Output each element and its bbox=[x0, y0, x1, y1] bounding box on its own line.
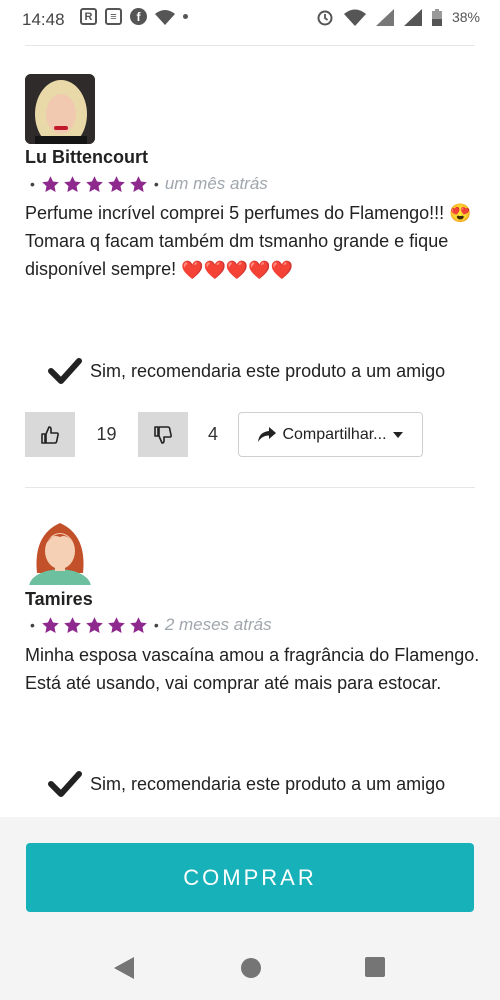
star-rating bbox=[41, 616, 148, 635]
recommend-text: Sim, recomendaria este produto a um amig… bbox=[90, 773, 446, 794]
status-time: 14:48 bbox=[22, 10, 65, 29]
rating-row: • • 2 meses atrás bbox=[30, 615, 272, 635]
star-icon bbox=[64, 175, 81, 192]
star-rating bbox=[41, 175, 148, 194]
alarm-icon bbox=[317, 10, 333, 26]
share-dropdown-button[interactable]: Compartilhar... bbox=[238, 412, 423, 457]
separator-dot: • bbox=[153, 176, 159, 192]
review-text: Minha esposa vascaína amou a fragrância … bbox=[25, 645, 480, 693]
reviewer-name: Lu Bittencourt bbox=[25, 147, 148, 167]
wifi-notification-icon bbox=[155, 9, 175, 25]
share-label: Compartilhar... bbox=[282, 425, 387, 443]
thumbs-up-icon bbox=[41, 425, 59, 444]
checkmark-icon bbox=[48, 771, 82, 797]
caret-down-icon bbox=[392, 431, 403, 438]
separator-dot: • bbox=[153, 617, 159, 633]
upvote-count: 19 bbox=[96, 424, 117, 444]
upvote-button[interactable] bbox=[25, 412, 75, 457]
facebook-icon: f bbox=[130, 8, 147, 25]
buy-button[interactable]: COMPRAR bbox=[26, 843, 474, 912]
status-bar: 14:48 R ≡ f 38% bbox=[0, 0, 500, 38]
star-icon bbox=[130, 616, 147, 633]
recents-icon[interactable] bbox=[365, 957, 385, 977]
notification-icons: R ≡ f bbox=[80, 8, 188, 25]
downvote-count: 4 bbox=[207, 424, 218, 444]
star-icon bbox=[108, 616, 125, 633]
home-icon[interactable] bbox=[240, 957, 262, 979]
star-icon bbox=[42, 616, 59, 633]
downvote-button[interactable] bbox=[138, 412, 188, 457]
more-dot-icon bbox=[183, 14, 188, 19]
star-icon bbox=[108, 175, 125, 192]
wifi-icon bbox=[343, 9, 366, 26]
signal-icon bbox=[375, 8, 394, 26]
back-icon[interactable] bbox=[114, 957, 134, 979]
divider bbox=[25, 487, 475, 488]
reviewer-avatar bbox=[25, 74, 95, 144]
hearts-emoji: ❤️❤️❤️❤️❤️ bbox=[181, 260, 294, 281]
rating-row: • • um mês atrás bbox=[30, 174, 268, 194]
battery-percent: 38% bbox=[451, 9, 480, 25]
recommend-row: Sim, recomendaria este produto a um amig… bbox=[48, 770, 445, 798]
review-actions: 19 4 Compartilhar... bbox=[25, 412, 423, 457]
star-icon bbox=[86, 616, 103, 633]
separator-dot: • bbox=[30, 617, 35, 633]
reviewer-name: Tamires bbox=[25, 589, 93, 609]
navigation-bar bbox=[0, 937, 500, 1000]
news-icon: ≡ bbox=[105, 8, 122, 25]
system-icons: 38% bbox=[316, 8, 480, 26]
review-text: Perfume incrível comprei 5 perfumes do F… bbox=[25, 199, 480, 284]
share-icon bbox=[258, 427, 277, 442]
recommend-text: Sim, recomendaria este produto a um amig… bbox=[90, 360, 446, 381]
reviewer-avatar bbox=[25, 515, 95, 585]
review-time: 2 meses atrás bbox=[164, 615, 272, 634]
r-app-icon: R bbox=[80, 8, 97, 25]
signal2-icon bbox=[403, 8, 422, 26]
battery-icon bbox=[431, 8, 442, 26]
thumbs-down-icon bbox=[154, 425, 172, 444]
star-icon bbox=[42, 175, 59, 192]
recommend-row: Sim, recomendaria este produto a um amig… bbox=[48, 357, 445, 385]
star-icon bbox=[64, 616, 81, 633]
star-icon bbox=[86, 175, 103, 192]
review-time: um mês atrás bbox=[164, 174, 268, 193]
star-icon bbox=[130, 175, 147, 192]
checkmark-icon bbox=[48, 358, 82, 384]
divider bbox=[25, 45, 475, 46]
separator-dot: • bbox=[30, 176, 35, 192]
